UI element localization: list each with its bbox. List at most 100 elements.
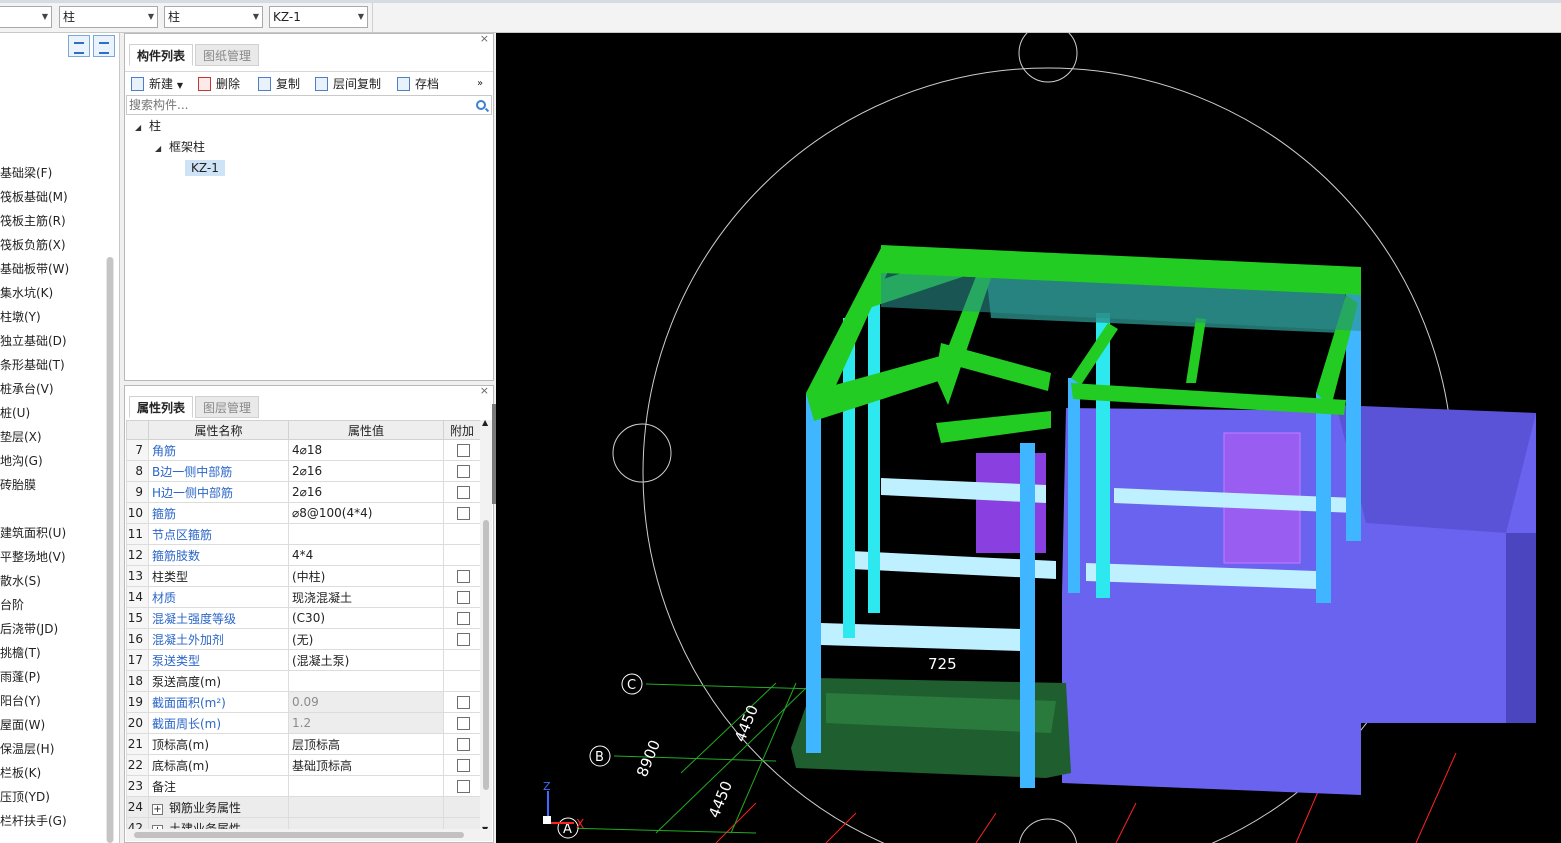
save-button[interactable]: 存档 — [397, 75, 439, 93]
sidebar-item[interactable]: 平整场地(V) — [0, 545, 112, 569]
tab-layer-manage[interactable]: 图层管理 — [195, 396, 260, 418]
table-row[interactable]: 18 泵送高度(m) — [126, 670, 481, 692]
property-value-cell[interactable] — [288, 775, 444, 797]
orbit-handle-top[interactable] — [1018, 33, 1078, 83]
table-row[interactable]: 24 + 钢筋业务属性 — [126, 796, 481, 818]
sidebar-item[interactable]: 独立基础(D) — [0, 329, 112, 353]
close-icon[interactable]: × — [480, 32, 489, 45]
search-icon[interactable] — [476, 100, 486, 110]
table-row[interactable]: 8 B边一侧中部筋 2⌀16 — [126, 460, 481, 482]
property-value-cell[interactable]: 基础顶标高 — [288, 754, 444, 776]
sidebar-item[interactable]: 散水(S) — [0, 569, 112, 593]
sidebar-item[interactable]: 集水坑(K) — [0, 281, 112, 305]
scroll-thumb[interactable] — [483, 520, 489, 790]
sidebar-item[interactable]: 保温层(H) — [0, 737, 112, 761]
sidebar-item[interactable]: 建筑面积(U) — [0, 521, 112, 545]
attach-checkbox[interactable] — [457, 444, 470, 457]
component-select[interactable]: KZ-1 ▼ — [269, 6, 368, 28]
expand-plus-icon[interactable]: + — [152, 803, 163, 815]
attach-checkbox[interactable] — [457, 507, 470, 520]
table-row[interactable]: 12 箍筋肢数 4*4 — [126, 544, 481, 566]
scroll-up-icon[interactable]: ▲ — [482, 418, 488, 427]
property-value-cell[interactable]: 4*4 — [288, 544, 444, 566]
attach-checkbox[interactable] — [457, 591, 470, 604]
component-search-input[interactable] — [126, 95, 492, 115]
property-value-cell[interactable]: (中柱) — [288, 565, 444, 587]
sidebar-item[interactable]: 压顶(YD) — [0, 785, 112, 809]
attach-checkbox[interactable] — [457, 612, 470, 625]
sidebar-item[interactable]: 雨蓬(P) — [0, 665, 112, 689]
property-value-cell[interactable]: 现浇混凝土 — [288, 586, 444, 608]
table-row[interactable]: 7 角筋 4⌀18 — [126, 439, 481, 461]
property-value-cell[interactable]: 0.09 — [288, 691, 444, 713]
sidebar-item[interactable]: 垫层(X) — [0, 425, 112, 449]
attach-checkbox[interactable] — [457, 759, 470, 772]
table-row[interactable]: 17 泵送类型 (混凝土泵) — [126, 649, 481, 671]
attach-checkbox[interactable] — [457, 717, 470, 730]
table-row[interactable]: 13 柱类型 (中柱) — [126, 565, 481, 587]
sidebar-item[interactable]: 阳台(Y) — [0, 689, 112, 713]
sidebar-item[interactable]: 台阶 — [0, 593, 112, 617]
attach-checkbox[interactable] — [457, 738, 470, 751]
property-value-cell[interactable]: ⌀8@100(4*4) — [288, 502, 444, 524]
sidebar-item[interactable]: 桩(U) — [0, 401, 112, 425]
close-icon[interactable]: × — [480, 384, 489, 397]
property-value-cell[interactable]: (混凝土泵) — [288, 649, 444, 671]
sidebar-item[interactable]: 后浇带(JD) — [0, 617, 112, 641]
property-value-cell[interactable]: (C30) — [288, 607, 444, 629]
tree-node-frame-column[interactable]: ◢ 框架柱 — [155, 137, 205, 157]
table-row[interactable]: 23 备注 — [126, 775, 481, 797]
tree-scrollbar[interactable] — [106, 257, 114, 843]
table-row[interactable]: 16 混凝土外加剂 (无) — [126, 628, 481, 650]
collapse-triangle-icon[interactable]: ◢ — [135, 118, 149, 138]
attach-checkbox[interactable] — [457, 486, 470, 499]
tab-drawing-manage[interactable]: 图纸管理 — [195, 44, 260, 66]
collapse-triangle-icon[interactable]: ◢ — [155, 139, 169, 159]
property-value-cell[interactable] — [288, 796, 444, 818]
list-view-icon[interactable] — [68, 35, 90, 57]
table-row[interactable]: 21 顶标高(m) 层顶标高 — [126, 733, 481, 755]
scroll-thumb[interactable] — [134, 832, 464, 838]
sidebar-item[interactable]: 桩承台(V) — [0, 377, 112, 401]
attach-checkbox[interactable] — [457, 570, 470, 583]
attach-checkbox[interactable] — [457, 633, 470, 646]
type-select[interactable]: 柱 ▼ — [164, 6, 263, 28]
tree-node-column[interactable]: ◢ 柱 — [135, 116, 161, 136]
table-row[interactable]: 9 H边一侧中部筋 2⌀16 — [126, 481, 481, 503]
attach-checkbox[interactable] — [457, 465, 470, 478]
sidebar-item[interactable]: 栏杆扶手(G) — [0, 809, 112, 833]
tab-component-list[interactable]: 构件列表 — [129, 44, 194, 66]
floor-select[interactable]: ▼ — [0, 6, 52, 28]
sidebar-item[interactable]: 地沟(G) — [0, 449, 112, 473]
sidebar-item[interactable]: 基础板带(W) — [0, 257, 112, 281]
tab-property-list[interactable]: 属性列表 — [129, 396, 194, 418]
new-button[interactable]: 新建 ▼ — [131, 75, 183, 93]
category-select[interactable]: 柱 ▼ — [59, 6, 158, 28]
sidebar-item[interactable]: 条形基础(T) — [0, 353, 112, 377]
floor-copy-button[interactable]: 层间复制 — [315, 75, 381, 93]
table-row[interactable]: 20 截面周长(m) 1.2 — [126, 712, 481, 734]
3d-viewport[interactable]: 725 8900 4450 4450 C B A Z X — [496, 33, 1561, 843]
property-value-cell[interactable]: (无) — [288, 628, 444, 650]
more-icon[interactable]: » — [477, 75, 483, 93]
property-value-cell[interactable]: 2⌀16 — [288, 460, 444, 482]
property-value-cell[interactable] — [288, 670, 444, 692]
sidebar-item[interactable] — [0, 497, 112, 521]
sidebar-item[interactable]: 砖胎膜 — [0, 473, 112, 497]
property-horizontal-scrollbar[interactable] — [126, 829, 492, 841]
table-row[interactable]: 11 节点区箍筋 — [126, 523, 481, 545]
table-row[interactable]: 19 截面面积(m²) 0.09 — [126, 691, 481, 713]
sidebar-item[interactable]: 柱墩(Y) — [0, 305, 112, 329]
detail-view-icon[interactable] — [93, 35, 115, 57]
sidebar-item[interactable]: 挑檐(T) — [0, 641, 112, 665]
sidebar-item[interactable]: 筏板基础(M) — [0, 185, 112, 209]
sidebar-item[interactable]: 屋面(W) — [0, 713, 112, 737]
property-value-cell[interactable]: 层顶标高 — [288, 733, 444, 755]
orbit-handle-left[interactable] — [612, 423, 672, 483]
sidebar-item[interactable]: 基础梁(F) — [0, 161, 112, 185]
orbit-handle-bottom[interactable] — [1018, 818, 1078, 843]
property-vertical-scrollbar[interactable]: ▲ ▼ — [480, 418, 492, 834]
property-value-cell[interactable]: 2⌀16 — [288, 481, 444, 503]
sidebar-item[interactable]: 筏板负筋(X) — [0, 233, 112, 257]
table-row[interactable]: 14 材质 现浇混凝土 — [126, 586, 481, 608]
